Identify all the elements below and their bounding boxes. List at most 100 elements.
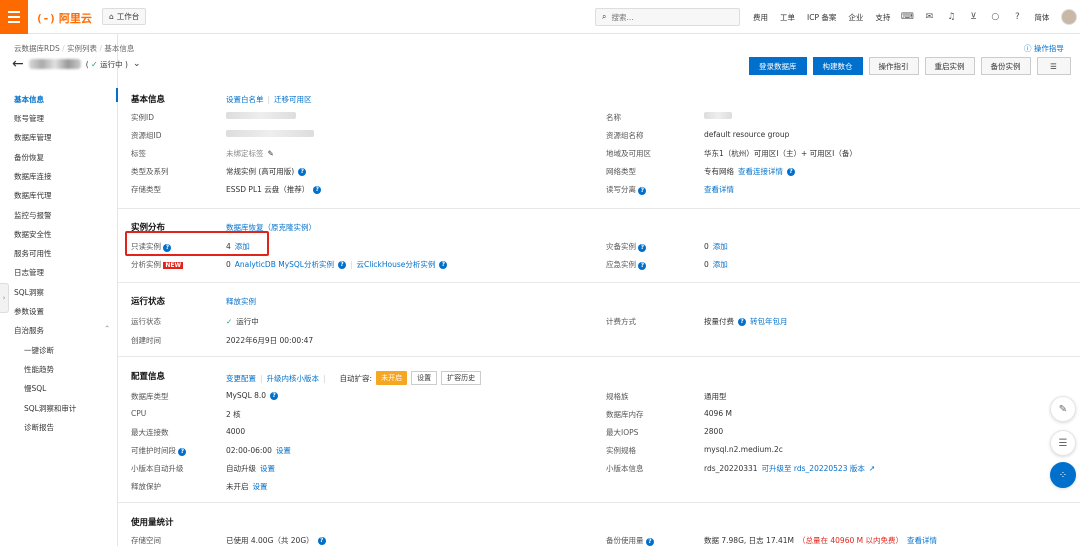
restart-button[interactable]: 重启实例 [924,57,975,75]
crumb-rds[interactable]: 云数据库RDS [14,44,60,53]
search-box[interactable]: ⌕ [595,8,740,26]
terminal-icon[interactable]: ⌨ [901,12,914,22]
question-icon[interactable]: ? [178,447,187,456]
main-content: 基本信息 设置白名单 | 迁移可用区 实例ID 名称 资源组ID 资源组名称 def… [118,84,1080,546]
question-icon[interactable]: ? [163,243,172,252]
menu-icon[interactable] [0,0,28,34]
sidebar-item-sqlinsight[interactable]: SQL洞察 [14,287,44,298]
ro-add-link[interactable]: 添加 [235,241,250,252]
sidebar-item-autonomy[interactable]: 自治服务 [14,325,44,336]
sidebar-item-db[interactable]: 数据库管理 [14,132,52,143]
dr-add-link[interactable]: 添加 [713,241,728,252]
question-icon[interactable]: ? [317,536,326,545]
sidebar-item-slowsql[interactable]: 慢SQL [24,383,46,394]
sidebar-item-monitor[interactable]: 监控与报警 [14,210,52,221]
back-arrow-icon[interactable]: ← [12,56,24,72]
guide-button[interactable]: 操作指引 [868,57,919,75]
network-detail-link[interactable]: 查看连接详情 [738,166,783,177]
pay-value: 按量付费? 转包年包月 [704,316,788,327]
more-menu-icon[interactable]: ☰ [1036,57,1071,75]
maint-set-link[interactable]: 设置 [276,445,291,456]
question-icon[interactable]: ? [638,243,647,252]
adb-link[interactable]: AnalyticDB MySQL分析实例 [235,259,334,270]
ver-label: 小版本信息 [606,464,644,473]
backup-button[interactable]: 备份实例 [980,57,1031,75]
sidebar-item-security[interactable]: 数据安全性 [14,229,52,240]
sidebar-item-conn[interactable]: 数据库连接 [14,171,52,182]
question-icon[interactable]: ? [313,185,322,194]
bell-icon[interactable]: ♫ [946,12,956,22]
message-icon[interactable]: ✉ [924,12,934,22]
login-db-button[interactable]: 登录数据库 [749,57,807,75]
nav-ticket[interactable]: 工单 [780,12,795,23]
nav-icp[interactable]: ICP 备案 [807,12,836,23]
migrate-link[interactable]: 迁移可用区 [274,94,312,105]
search-input[interactable] [611,12,722,22]
nav-support[interactable]: 支持 [875,12,890,23]
cart-icon[interactable]: ⊻ [968,12,978,22]
external-link-icon[interactable]: ↗ [869,464,875,473]
question-icon[interactable]: ? [738,317,746,326]
whitelist-link[interactable]: 设置白名单 [226,94,264,105]
sidebar-item-proxy[interactable]: 数据库代理 [14,190,52,201]
question-icon[interactable]: ? [298,167,307,176]
rw-detail-link[interactable]: 查看详情 [704,184,734,195]
crumb-list[interactable]: 实例列表 [67,44,97,53]
cpu-value: 2 核 [226,410,241,419]
sidebar-item-backup[interactable]: 备份恢复 [14,152,44,163]
clickhouse-link[interactable]: 云ClickHouse分析实例 [357,259,436,270]
collapse-sidebar-handle[interactable]: › [0,283,9,313]
minor-set-link[interactable]: 设置 [260,463,275,474]
question-icon[interactable]: ? [638,261,647,270]
upgrade-link[interactable]: 升级内核小版本 [267,373,320,384]
sidebar-item-basic[interactable]: 基本信息 [14,94,44,105]
ver-text: rds_20220331 [704,464,758,473]
sidebar-item-report[interactable]: 诊断报告 [24,422,54,433]
edit-float-icon[interactable]: ✎ [1050,396,1076,422]
maint-value: 02:00-06:00 设置 [226,445,291,456]
question-icon[interactable]: ? [645,537,654,546]
language-switch[interactable]: 简体 [1034,12,1049,23]
autoexp-settings-button[interactable]: 设置 [411,371,438,385]
bulb-icon[interactable]: ○ [990,12,1000,22]
question-icon[interactable]: ? [638,186,647,195]
nav-fee[interactable]: 费用 [753,12,768,23]
apps-float-icon[interactable]: ⁘ [1050,462,1076,488]
question-icon[interactable]: ? [270,391,279,400]
question-icon[interactable]: ? [439,260,448,269]
logo[interactable]: (-) 阿里云 [36,10,92,26]
sidebar-item-account[interactable]: 账号管理 [14,113,44,124]
workbench-button[interactable]: ⌂ 工作台 [102,8,147,25]
help-link[interactable]: ⓘ 操作指导 [1024,43,1064,54]
build-warehouse-button[interactable]: 构建数仓 [812,57,863,75]
breadcrumb: 云数据库RDS / 实例列表 / 基本信息 [14,44,135,53]
avatar[interactable] [1061,9,1078,25]
change-config-link[interactable]: 变更配置 [226,373,256,384]
sidebar-item-trend[interactable]: 性能趋势 [24,364,54,375]
edit-icon[interactable]: ✎ [268,149,274,158]
sidebar-item-log[interactable]: 日志管理 [14,267,44,278]
sidebar-item-params[interactable]: 参数设置 [14,306,44,317]
mem-label: 数据库内存 [606,410,644,419]
autoexp-history-button[interactable]: 扩容历史 [441,371,482,385]
db-label: 数据库类型 [131,392,169,401]
chevron-down-icon[interactable]: ⌄ [133,59,141,69]
autoexp-status-button[interactable]: 未开启 [376,371,408,385]
sidebar-item-diagnose[interactable]: 一键诊断 [24,345,54,356]
convert-link[interactable]: 转包年包月 [750,316,788,327]
sidebar-item-audit[interactable]: SQL洞察和审计 [24,403,76,414]
sidebar-item-availability[interactable]: 服务可用性 [14,248,52,259]
chevron-up-icon[interactable]: ⌃ [104,324,110,333]
backup-detail-link[interactable]: 查看详情 [907,535,937,546]
question-icon[interactable]: ? [787,167,795,176]
nav-enterprise[interactable]: 企业 [848,12,863,23]
help-icon[interactable]: ? [1012,12,1022,22]
release-link[interactable]: 释放实例 [226,296,256,307]
sidebar: 基本信息 账号管理 数据库管理 备份恢复 数据库连接 数据库代理 监控与报警 数… [0,34,118,546]
ver-upgrade-link[interactable]: 可升级至 rds_20220523 版本 [762,463,865,474]
crumb-current: 基本信息 [104,44,135,53]
question-icon[interactable]: ? [338,260,346,269]
chat-float-icon[interactable]: ☰ [1050,430,1076,456]
em-add-link[interactable]: 添加 [713,259,728,270]
release-set-link[interactable]: 设置 [253,481,268,492]
